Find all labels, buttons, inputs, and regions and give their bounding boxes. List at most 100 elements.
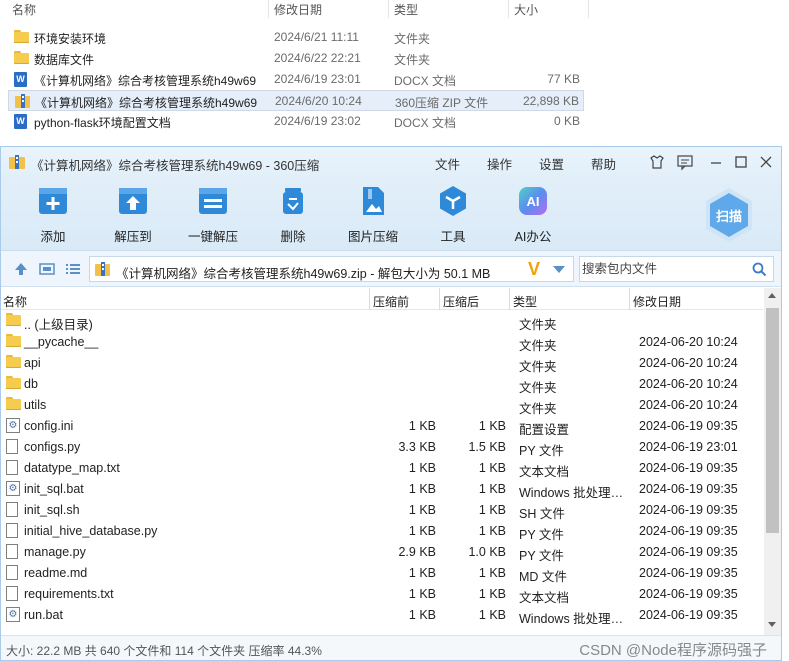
minimize-icon[interactable] bbox=[707, 153, 725, 171]
folder-icon bbox=[6, 376, 21, 389]
file-row[interactable]: ⚙ run.bat 1 KB 1 KB Windows 批处理… 2024-06-19 0… bbox=[1, 604, 763, 626]
file-row[interactable]: utils 文件夹 2024-06-20 10:24 bbox=[1, 394, 763, 416]
explorer-row-selected[interactable]: 《计算机网络》综合考核管理系统h49w69 2024/6/20 10:24 36… bbox=[8, 90, 584, 111]
path-field[interactable]: 《计算机网络》综合考核管理系统h49w69.zip - 解包大小为 50.1 M… bbox=[89, 256, 574, 282]
file-name: requirements.txt bbox=[24, 587, 114, 601]
one-click-extract-button[interactable]: 一键解压 bbox=[178, 185, 248, 245]
settings-file-icon: ⚙ bbox=[6, 418, 20, 433]
ai-office-button[interactable]: AI AI办公 bbox=[498, 185, 568, 245]
window-title: 《计算机网络》综合考核管理系统h49w69 - 360压缩 bbox=[31, 159, 320, 173]
search-box[interactable] bbox=[579, 256, 774, 282]
image-compress-button[interactable]: 图片压缩 bbox=[338, 185, 408, 245]
file-row[interactable]: initial_hive_database.py 1 KB 1 KB PY 文件 202… bbox=[1, 520, 763, 542]
ai-office-icon: AI bbox=[519, 187, 547, 215]
thumbnail-view-icon[interactable] bbox=[39, 261, 55, 277]
file-name: init_sql.sh bbox=[24, 503, 80, 517]
col-date[interactable]: 修改日期 bbox=[274, 1, 322, 18]
list-view-icon[interactable] bbox=[65, 261, 81, 277]
col-compressed-after[interactable]: 压缩后 bbox=[443, 293, 479, 310]
file-name: init_sql.bat bbox=[24, 482, 84, 496]
file-size-after: 1.5 KB bbox=[468, 440, 506, 454]
file-row[interactable]: requirements.txt 1 KB 1 KB 文本文档 2024-06-19 0… bbox=[1, 583, 763, 605]
delete-icon bbox=[283, 188, 303, 214]
file-row[interactable]: __pycache__ 文件夹 2024-06-20 10:24 bbox=[1, 331, 763, 353]
row-name: 环境安装环境 bbox=[34, 32, 107, 46]
docx-icon: W bbox=[14, 72, 27, 87]
tools-button[interactable]: 工具 bbox=[418, 185, 488, 245]
up-arrow-icon[interactable] bbox=[13, 261, 29, 277]
close-icon[interactable] bbox=[757, 153, 775, 171]
file-date: 2024-06-19 09:35 bbox=[639, 482, 738, 496]
file-row[interactable]: ⚙ init_sql.bat 1 KB 1 KB Windows 批处理… 2024-06… bbox=[1, 478, 763, 500]
add-button[interactable]: 添加 bbox=[18, 185, 88, 245]
row-date: 2024/6/19 23:01 bbox=[274, 72, 361, 86]
file-date: 2024-06-19 09:35 bbox=[639, 461, 738, 475]
explorer-row[interactable]: 环境安装环境 2024/6/21 11:11 文件夹 bbox=[8, 27, 584, 48]
scroll-down-icon[interactable] bbox=[768, 622, 776, 627]
settings-file-icon: ⚙ bbox=[6, 481, 20, 496]
extract-to-button[interactable]: 解压到 bbox=[98, 185, 168, 245]
explorer-column-header: 名称 修改日期 类型 大小 bbox=[0, 0, 789, 18]
search-input[interactable] bbox=[582, 260, 742, 278]
explorer-row[interactable]: 数据库文件 2024/6/22 22:21 文件夹 bbox=[8, 48, 584, 69]
file-icon bbox=[6, 502, 18, 517]
file-icon bbox=[6, 439, 18, 454]
scrollbar-thumb[interactable] bbox=[766, 308, 779, 533]
file-row[interactable]: init_sql.sh 1 KB 1 KB SH 文件 2024-06-19 09:35 bbox=[1, 499, 763, 521]
explorer-row[interactable]: W python-flask环境配置文档 2024/6/19 23:02 DOC… bbox=[8, 111, 584, 132]
image-compress-icon bbox=[363, 187, 384, 215]
menu-settings[interactable]: 设置 bbox=[539, 154, 564, 173]
vertical-scrollbar[interactable] bbox=[764, 288, 781, 635]
file-row[interactable]: manage.py 2.9 KB 1.0 KB PY 文件 2024-06-19 09:… bbox=[1, 541, 763, 563]
scroll-up-icon[interactable] bbox=[768, 293, 776, 298]
file-date: 2024-06-20 10:24 bbox=[639, 335, 738, 349]
file-row[interactable]: configs.py 3.3 KB 1.5 KB PY 文件 2024-06-19 23… bbox=[1, 436, 763, 458]
col-modified[interactable]: 修改日期 bbox=[633, 293, 681, 310]
chevron-down-icon[interactable] bbox=[553, 266, 565, 273]
file-row[interactable]: api 文件夹 2024-06-20 10:24 bbox=[1, 352, 763, 374]
col-size[interactable]: 大小 bbox=[514, 1, 538, 18]
file-size-before: 1 KB bbox=[408, 419, 436, 433]
row-date: 2024/6/20 10:24 bbox=[275, 94, 362, 108]
col-name[interactable]: 名称 bbox=[12, 1, 36, 18]
menu-operate[interactable]: 操作 bbox=[487, 154, 512, 173]
file-date: 2024-06-19 09:35 bbox=[639, 545, 738, 559]
status-bar: 大小: 22.2 MB 共 640 个文件和 114 个文件夹 压缩率 44.3… bbox=[1, 635, 781, 660]
maximize-icon[interactable] bbox=[732, 153, 750, 171]
explorer-row[interactable]: W 《计算机网络》综合考核管理系统h49w69 2024/6/19 23:01 … bbox=[8, 69, 584, 90]
add-icon bbox=[39, 188, 67, 214]
folder-icon bbox=[6, 397, 21, 410]
file-row[interactable]: readme.md 1 KB 1 KB MD 文件 2024-06-19 09:35 bbox=[1, 562, 763, 584]
row-size: 77 KB bbox=[547, 72, 580, 86]
file-row[interactable]: .. (上级目录) 文件夹 bbox=[1, 310, 763, 332]
file-size-after: 1 KB bbox=[478, 419, 506, 433]
file-name: datatype_map.txt bbox=[24, 461, 120, 475]
file-type: Windows 批处理… bbox=[519, 612, 624, 626]
col-compressed-before[interactable]: 压缩前 bbox=[373, 293, 409, 310]
file-size-before: 2.9 KB bbox=[398, 545, 436, 559]
one-click-extract-label: 一键解压 bbox=[187, 230, 238, 244]
row-name: 《计算机网络》综合考核管理系统h49w69 bbox=[34, 74, 257, 88]
row-name: 数据库文件 bbox=[34, 53, 95, 67]
col-name[interactable]: 名称 bbox=[3, 293, 27, 310]
menu-file[interactable]: 文件 bbox=[435, 154, 460, 173]
skin-icon[interactable] bbox=[648, 153, 666, 171]
add-label: 添加 bbox=[40, 230, 66, 244]
scan-button[interactable]: 扫描 bbox=[704, 187, 754, 243]
file-icon bbox=[6, 544, 18, 559]
title-bar[interactable]: 《计算机网络》综合考核管理系统h49w69 - 360压缩 文件 操作 设置 帮… bbox=[1, 147, 781, 177]
file-row[interactable]: db 文件夹 2024-06-20 10:24 bbox=[1, 373, 763, 395]
folder-icon bbox=[6, 334, 21, 347]
col-type[interactable]: 类型 bbox=[513, 293, 537, 310]
search-icon[interactable] bbox=[752, 262, 767, 277]
file-row[interactable]: datatype_map.txt 1 KB 1 KB 文本文档 2024-06-19 0… bbox=[1, 457, 763, 479]
col-type[interactable]: 类型 bbox=[394, 1, 418, 18]
v-logo-icon[interactable]: V bbox=[528, 259, 540, 280]
file-name: api bbox=[24, 356, 41, 370]
file-date: 2024-06-19 09:35 bbox=[639, 608, 738, 622]
delete-button[interactable]: 删除 bbox=[258, 185, 328, 245]
watermark: CSDN @Node程序源码强子 bbox=[579, 642, 767, 659]
menu-help[interactable]: 帮助 bbox=[591, 154, 616, 173]
feedback-icon[interactable] bbox=[676, 153, 694, 171]
file-row[interactable]: ⚙ config.ini 1 KB 1 KB 配置设置 2024-06-19 09:35 bbox=[1, 415, 763, 437]
